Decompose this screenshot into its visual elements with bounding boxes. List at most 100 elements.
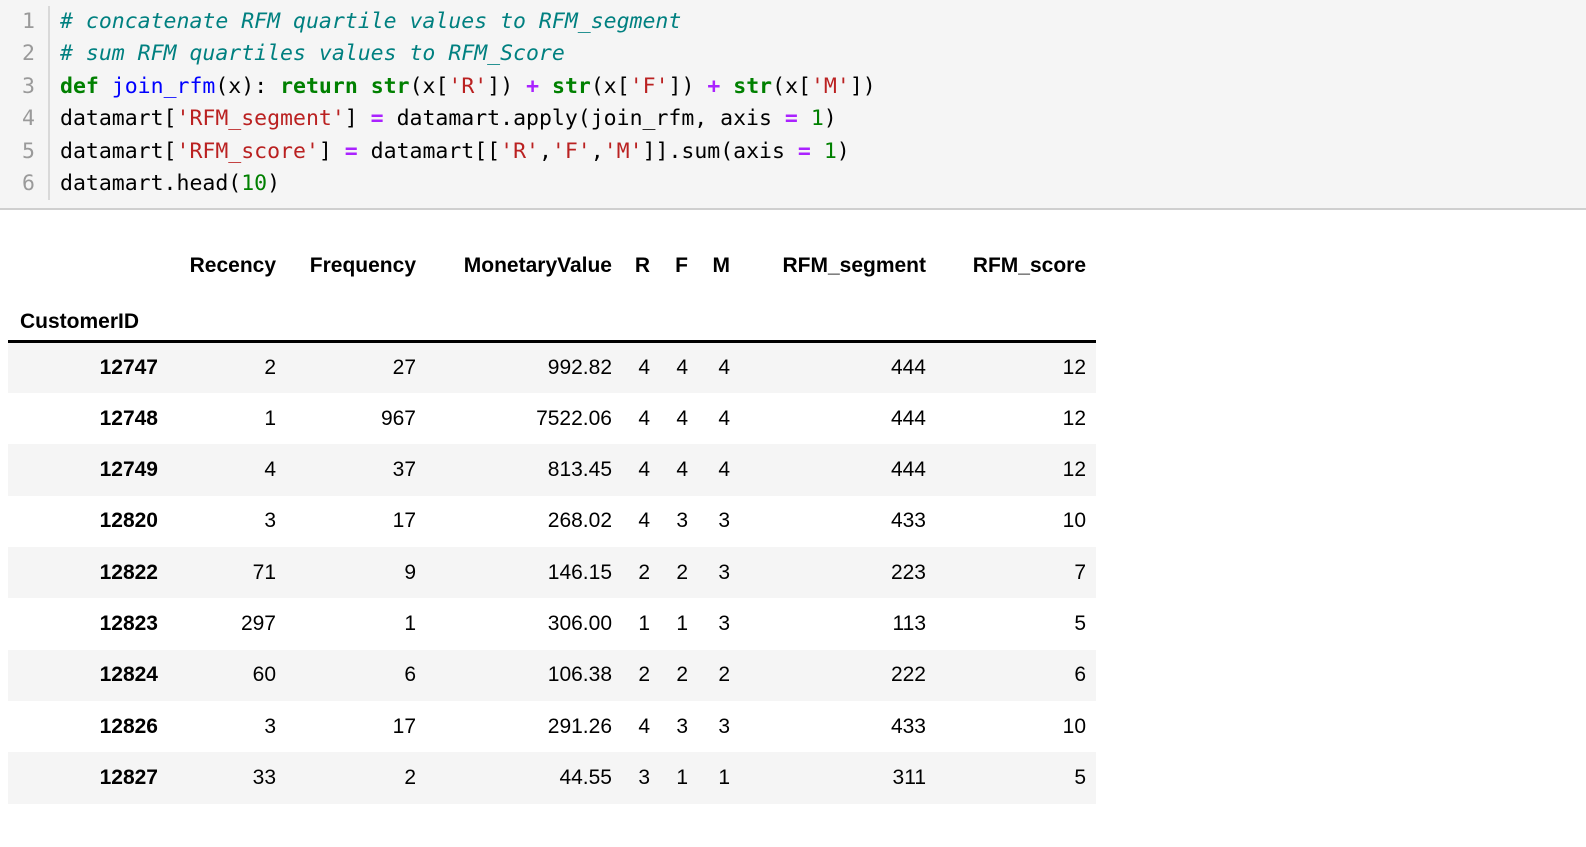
code-token-keyword: def <box>60 73 99 99</box>
table-cell: 223 <box>890 560 926 584</box>
code-token-num: 1 <box>810 106 824 132</box>
dataframe-column-header: M <box>698 228 740 283</box>
code-token-str: 'R' <box>500 138 539 164</box>
code-token-plain: ]) <box>849 73 876 99</box>
table-cell: 992.82 <box>547 356 612 380</box>
table-row: 12747 2 27 992.82 4 4 4 444 12 <box>8 341 1096 394</box>
table-cell: 3 <box>264 714 276 738</box>
code-token-op: = <box>370 106 384 132</box>
line-number: 2 <box>22 41 35 67</box>
line-number: 5 <box>22 138 35 164</box>
table-cell: 1 <box>718 765 730 789</box>
code-token-plain: ) <box>823 106 837 132</box>
code-token-str: 'RFM_segment' <box>176 106 345 132</box>
dataframe-index-name-spacer <box>426 282 622 344</box>
dataframe-column-header: R <box>622 228 660 283</box>
code-cell[interactable]: 1 # concatenate RFM quartile values to RF… <box>0 0 1586 211</box>
dataframe-table: Recency Frequency MonetaryValue R F M RFM_segm… <box>8 228 1096 804</box>
code-line: 4 datamart['RFM_segment'] = datamart.appl… <box>0 103 1586 136</box>
table-cell: 4 <box>676 406 688 430</box>
row-index-cell: 12826 <box>99 714 158 738</box>
code-token-fn2: str <box>733 73 773 99</box>
table-cell: 311 <box>892 765 926 789</box>
code-token-plain: ]) <box>487 73 527 99</box>
line-number: 1 <box>22 9 35 34</box>
code-token-fn2: str <box>552 73 591 99</box>
table-cell: 2 <box>638 560 650 584</box>
row-index-cell: 12823 <box>99 611 158 635</box>
table-cell: 3 <box>638 765 650 789</box>
table-cell: 3 <box>676 509 688 533</box>
code-line-text[interactable]: def join_rfm(x): return str(x['R']) + st… <box>48 70 1586 104</box>
table-cell: 1 <box>638 611 650 635</box>
dataframe-column-header: RFM_score <box>936 228 1096 283</box>
code-token-plain: datamart[ <box>60 138 177 164</box>
dataframe-corner-cell <box>8 228 170 283</box>
code-token-plain: ] <box>318 138 345 164</box>
table-cell: 44.55 <box>559 765 612 789</box>
line-number: 3 <box>22 73 35 99</box>
table-cell: 3 <box>718 560 730 584</box>
table-cell: 7522.06 <box>536 406 612 430</box>
dataframe-column-header: RFM_segment <box>740 228 936 283</box>
table-cell: 4 <box>638 356 650 380</box>
table-cell: 268.02 <box>547 509 612 533</box>
table-row: 12823 297 1 306.00 1 1 3 113 5 <box>8 598 1096 650</box>
table-cell: 967 <box>380 406 416 430</box>
code-token-str: 'M' <box>810 73 850 99</box>
code-line-text[interactable]: # concatenate RFM quartile values to RFM… <box>48 6 1586 39</box>
code-token-str: 'M' <box>603 138 643 164</box>
code-token-plain: ] <box>344 106 371 132</box>
row-index-cell: 12748 <box>99 406 158 430</box>
code-line-text[interactable]: datamart['RFM_score'] = datamart[['R','F… <box>48 135 1586 168</box>
table-cell: 6 <box>404 663 416 687</box>
table-cell: 1 <box>264 406 276 430</box>
table-cell: 1 <box>676 765 688 789</box>
code-line-text[interactable]: datamart.head(10) <box>48 167 1586 201</box>
table-cell: 9 <box>404 560 416 584</box>
table-cell: 291.26 <box>547 714 612 738</box>
table-cell: 306.00 <box>547 611 612 635</box>
table-cell: 1 <box>676 611 688 635</box>
code-token-plain: ) <box>267 170 281 196</box>
table-cell: 146.15 <box>547 560 612 584</box>
table-cell: 27 <box>392 356 416 380</box>
code-line: 2 # sum RFM quartiles values to RFM_Score <box>0 38 1586 71</box>
dataframe-index-name-spacer <box>698 282 740 344</box>
code-token-plain: ) <box>836 138 850 164</box>
table-cell: 444 <box>890 458 926 482</box>
table-cell: 33 <box>252 765 276 789</box>
table-cell: 3 <box>264 509 276 533</box>
table-cell: 433 <box>890 714 926 738</box>
line-number: 6 <box>22 170 35 196</box>
row-index-cell: 12749 <box>99 458 158 482</box>
dataframe-index-name-spacer <box>660 282 698 344</box>
code-token-num: 1 <box>823 138 837 164</box>
table-cell: 10 <box>1062 509 1086 533</box>
row-index-cell: 12820 <box>99 509 158 533</box>
table-cell: 444 <box>890 356 926 380</box>
code-token-plain: , <box>538 138 552 164</box>
table-row: 12827 33 2 44.55 3 1 1 311 5 <box>8 752 1096 804</box>
table-cell: 4 <box>638 509 650 533</box>
table-row: 12748 1 967 7522.06 4 4 4 444 12 <box>8 393 1096 445</box>
table-row: 12749 4 37 813.45 4 4 4 444 12 <box>8 444 1096 496</box>
code-editor[interactable]: 1 # concatenate RFM quartile values to RF… <box>0 6 1586 201</box>
table-cell: 4 <box>718 458 730 482</box>
table-cell: 222 <box>890 663 926 687</box>
code-token-plain: ]) <box>668 73 708 99</box>
dataframe-body: 12747 2 27 992.82 4 4 4 444 12 12748 1 967 7522.06 4 4… <box>8 341 1096 804</box>
dataframe-column-header: MonetaryValue <box>426 228 622 283</box>
code-line-text[interactable]: datamart['RFM_segment'] = datamart.apply… <box>48 103 1586 136</box>
dataframe-index-name-spacer <box>170 282 286 344</box>
code-token-plain: datamart.head( <box>60 170 242 196</box>
dataframe-column-header: Recency <box>170 228 286 283</box>
dataframe-index-name-spacer <box>622 282 660 344</box>
table-cell: 12 <box>1062 356 1086 380</box>
code-line-text[interactable]: # sum RFM quartiles values to RFM_Score <box>48 38 1586 71</box>
table-cell: 444 <box>890 406 926 430</box>
